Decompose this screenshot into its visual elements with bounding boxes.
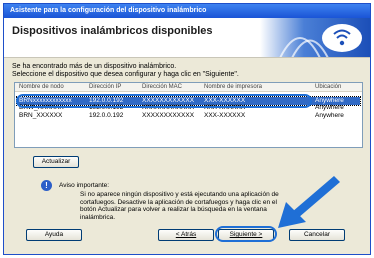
ip-address-cell: 192.0.0.192 <box>89 112 124 119</box>
back-button-label: < Atrás <box>175 231 197 238</box>
setup-wizard-window: Asistente para la configuración del disp… <box>3 3 371 255</box>
help-button-label: Ayuda <box>44 231 64 238</box>
column-printer-name[interactable]: Nombre de impresora <box>204 84 262 90</box>
column-mac-address[interactable]: Dirección MAC <box>142 84 182 90</box>
next-button-highlight <box>215 226 277 242</box>
notice-title: Aviso importante: <box>59 182 110 189</box>
window-title: Asistente para la configuración del disp… <box>4 4 370 18</box>
back-button[interactable]: < Atrás <box>158 229 214 241</box>
instruction-line-2: Seleccione el dispositivo que desea conf… <box>12 71 239 78</box>
device-row[interactable]: BRN_XXXXXX 192.0.0.192 XXXXXXXXXXXX XXX-… <box>17 112 360 120</box>
column-ip-address[interactable]: Dirección IP <box>89 84 121 90</box>
node-name-cell: BRN_XXXXXX <box>19 112 63 119</box>
device-list-header: Nombre de nodo Dirección IP Dirección MA… <box>15 83 362 92</box>
info-icon: ! <box>41 180 52 191</box>
help-button[interactable]: Ayuda <box>26 229 82 241</box>
selected-row-highlight <box>16 94 312 108</box>
location-cell: Anywhere <box>315 104 344 111</box>
wizard-banner: Dispositivos inalámbricos disponibles <box>4 18 370 58</box>
location-cell: Anywhere <box>315 112 344 119</box>
refresh-button[interactable]: Actualizar <box>33 156 79 168</box>
device-list[interactable]: Nombre de nodo Dirección IP Dirección MA… <box>14 82 363 148</box>
column-node-name[interactable]: Nombre de nodo <box>19 84 64 90</box>
printer-name-cell: XXX-XXXXXX <box>204 112 246 119</box>
mac-address-cell: XXXXXXXXXXXX <box>142 112 195 119</box>
instruction-line-1: Se ha encontrado más de un dispositivo i… <box>12 63 177 70</box>
location-cell: Anywhere <box>315 97 344 104</box>
column-location[interactable]: Ubicación <box>315 84 341 90</box>
wireless-signal-icon <box>260 18 370 57</box>
instructions: Se ha encontrado más de un dispositivo i… <box>12 63 239 79</box>
pointer-arrow-icon <box>278 176 340 228</box>
page-title: Dispositivos inalámbricos disponibles <box>12 25 213 37</box>
cancel-button-label: Cancelar <box>303 231 330 238</box>
